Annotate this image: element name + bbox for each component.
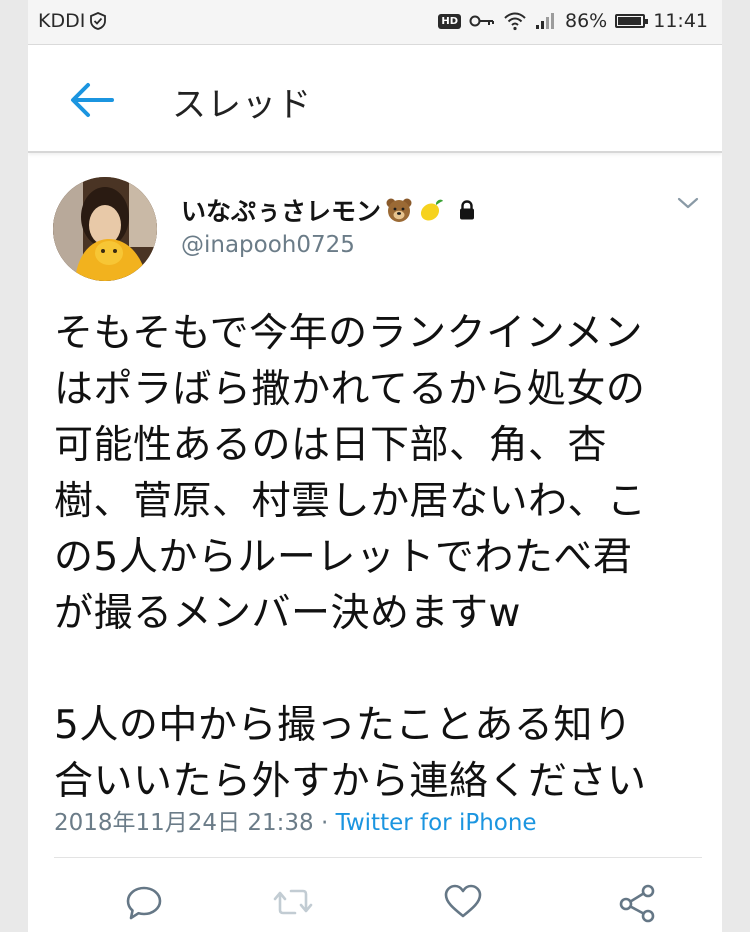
hd-badge: HD bbox=[438, 13, 461, 29]
app-window: KDDI HD 86% 11:41 スレッド いなぷぅさレモン @inapooh… bbox=[28, 0, 722, 932]
status-bar: KDDI HD 86% 11:41 bbox=[28, 0, 722, 45]
battery-percent: 86% bbox=[565, 10, 608, 32]
display-name: いなぷぅさレモン bbox=[181, 197, 382, 226]
shield-check-icon bbox=[90, 12, 107, 30]
chevron-down-icon[interactable] bbox=[676, 194, 700, 212]
like-icon[interactable] bbox=[441, 880, 485, 924]
tweet-timestamp: 2018年11月24日 21:38 bbox=[54, 810, 314, 836]
reply-icon[interactable] bbox=[122, 880, 166, 924]
carrier-label: KDDI bbox=[38, 10, 86, 32]
wifi-icon bbox=[504, 12, 526, 31]
divider bbox=[54, 857, 702, 858]
bear-face-icon bbox=[386, 198, 412, 222]
tweet-actions bbox=[28, 880, 722, 930]
battery-icon bbox=[615, 14, 649, 28]
lemon-icon bbox=[420, 199, 444, 221]
retweet-icon[interactable] bbox=[271, 880, 315, 924]
key-icon bbox=[469, 15, 494, 27]
tweet-meta: 2018年11月24日 21:38 · Twitter for iPhone bbox=[54, 803, 537, 837]
share-icon[interactable] bbox=[616, 880, 660, 924]
back-arrow-icon[interactable] bbox=[68, 80, 116, 120]
tweet-source-link[interactable]: Twitter for iPhone bbox=[336, 810, 537, 836]
page-title: スレッド bbox=[172, 85, 312, 125]
clock: 11:41 bbox=[653, 10, 708, 32]
avatar[interactable] bbox=[53, 177, 157, 281]
user-handle[interactable]: @inapooh0725 bbox=[181, 232, 355, 258]
display-name-row[interactable]: いなぷぅさレモン bbox=[181, 192, 479, 228]
meta-separator: · bbox=[313, 810, 336, 836]
thread-header: スレッド bbox=[28, 45, 722, 153]
tweet-text: そもそもで今年のランクインメン はポラばら撒かれてるから処女の 可能性あるのは日… bbox=[54, 311, 647, 804]
avatar-photo bbox=[53, 177, 157, 281]
signal-icon bbox=[536, 13, 554, 29]
lock-icon bbox=[460, 200, 475, 220]
